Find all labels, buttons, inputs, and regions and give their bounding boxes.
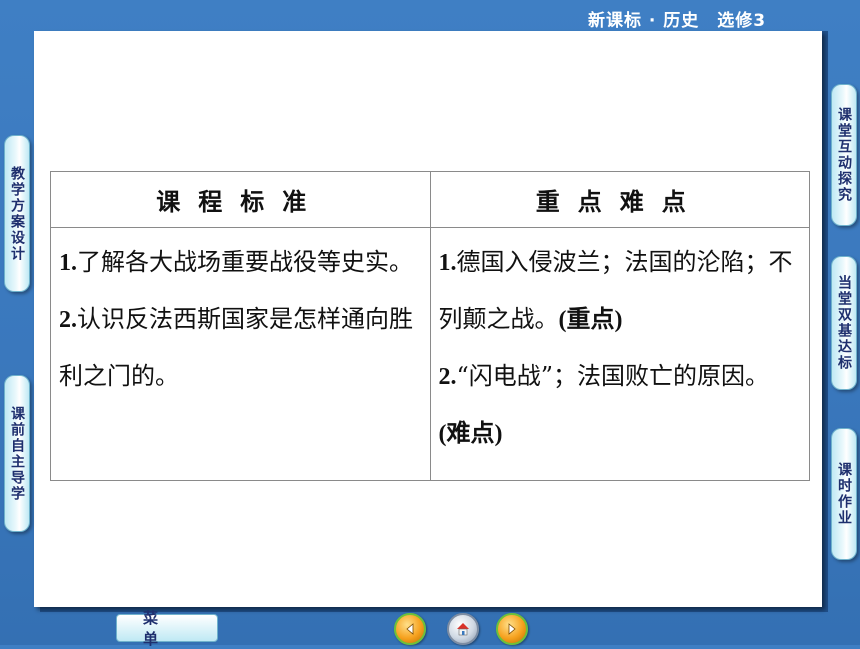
header-key-difficult-points: 重点难点 bbox=[429, 171, 810, 228]
right-arrow-icon bbox=[508, 623, 516, 635]
tab-label: 课前自主导学 bbox=[9, 405, 25, 502]
item-number: 1. bbox=[59, 250, 77, 276]
list-item: 1.德国入侵波兰；法国的沦陷；不列颠之战。(重点) bbox=[439, 234, 802, 348]
list-item: 1.了解各大战场重要战役等史实。 bbox=[59, 234, 422, 291]
item-number: 2. bbox=[438, 364, 457, 390]
home-button[interactable] bbox=[447, 613, 479, 645]
tab-in-class-practice[interactable]: 当堂双基达标 bbox=[831, 256, 857, 390]
item-text: “闪电战”；法国败亡的原因。 bbox=[456, 362, 770, 390]
header-curriculum-standard: 课程标准 bbox=[50, 171, 431, 228]
item-tag: (难点) bbox=[438, 421, 503, 447]
panel-shadow-right bbox=[822, 31, 828, 611]
next-button[interactable] bbox=[496, 613, 528, 645]
item-number: 1. bbox=[438, 250, 457, 276]
menu-label: 菜单 bbox=[143, 609, 185, 648]
curriculum-cell: 1.了解各大战场重要战役等史实。 2.认识反法西斯国家是怎样通向胜利之门的。 bbox=[50, 227, 431, 481]
tab-label: 当堂双基达标 bbox=[836, 275, 852, 371]
tab-label: 课堂互动探究 bbox=[836, 107, 852, 203]
home-icon bbox=[457, 623, 469, 636]
left-arrow-icon bbox=[406, 623, 414, 635]
table-header-row: 课程标准 重点难点 bbox=[50, 171, 810, 228]
header-title: 新课标 · 历史 选修3 bbox=[588, 11, 767, 31]
tab-label: 教学方案设计 bbox=[9, 165, 25, 262]
list-item: 2.认识反法西斯国家是怎样通向胜利之门的。 bbox=[59, 291, 422, 404]
tab-classroom-interaction[interactable]: 课堂互动探究 bbox=[831, 84, 857, 226]
table-row: 1.了解各大战场重要战役等史实。 2.认识反法西斯国家是怎样通向胜利之门的。 1… bbox=[50, 227, 810, 481]
key-points-cell: 1.德国入侵波兰；法国的沦陷；不列颠之战。(重点) 2.“闪电战”；法国败亡的原… bbox=[429, 227, 810, 481]
tab-pre-class-study[interactable]: 课前自主导学 bbox=[4, 375, 30, 532]
item-tag: (重点) bbox=[558, 307, 623, 333]
tab-homework[interactable]: 课时作业 bbox=[831, 428, 857, 560]
menu-button[interactable]: 菜单 bbox=[116, 609, 218, 648]
previous-button[interactable] bbox=[394, 613, 426, 645]
tab-label: 课时作业 bbox=[836, 462, 852, 526]
tab-teaching-plan[interactable]: 教学方案设计 bbox=[4, 135, 30, 292]
item-number: 2. bbox=[59, 307, 77, 333]
list-item: 2.“闪电战”；法国败亡的原因。 (难点) bbox=[439, 348, 802, 462]
item-text: 认识反法西斯国家是怎样通向胜利之门的。 bbox=[59, 305, 413, 390]
item-text: 了解各大战场重要战役等史实。 bbox=[77, 248, 413, 276]
standards-table: 课程标准 重点难点 1.了解各大战场重要战役等史实。 2.认识反法西斯国家是怎样… bbox=[50, 171, 810, 481]
